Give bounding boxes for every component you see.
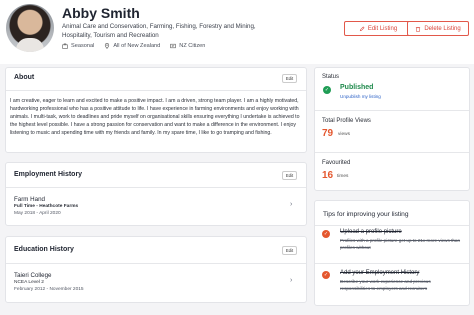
chevron-right-icon: › <box>290 277 293 284</box>
divider <box>6 263 306 264</box>
check-circle-icon: ✓ <box>323 86 331 94</box>
profile-industries: Animal Care and Conservation, Farming, F… <box>62 23 256 39</box>
employment-item[interactable]: Farm Hand Full Time - Heathcote Farms Ma… <box>6 189 306 225</box>
divider <box>315 110 469 111</box>
about-title: About <box>14 74 35 81</box>
employment-role: Farm Hand <box>14 196 45 203</box>
edit-listing-button[interactable]: Edit Listing <box>344 21 412 36</box>
availability-label: Seasonal <box>71 43 95 49</box>
favourited-label: Favourited <box>322 160 351 166</box>
status-value: Published <box>340 84 374 91</box>
divider <box>315 152 469 153</box>
profile-name: Abby Smith <box>62 5 140 21</box>
education-card: Education History Edit Taieri College NC… <box>5 236 307 303</box>
employment-detail: Full Time - Heathcote Farms <box>14 204 79 209</box>
trash-icon <box>416 26 421 32</box>
views-label: Total Profile Views <box>322 118 371 124</box>
employment-edit-button[interactable]: Edit <box>282 171 297 180</box>
employment-dates: May 2018 - April 2020 <box>14 211 61 216</box>
availability: Seasonal <box>62 43 94 49</box>
profile-header: Abby Smith Animal Care and Conservation,… <box>0 0 474 64</box>
about-edit-button[interactable]: Edit <box>282 74 297 83</box>
views-count: 79 <box>322 128 334 139</box>
location-label: All of New Zealand <box>113 43 161 49</box>
chevron-right-icon: › <box>290 201 293 208</box>
tip-description: Profiles with a profile picture get up t… <box>340 238 461 250</box>
education-dates: February 2012 - November 2015 <box>14 287 84 292</box>
education-detail: NCEA Level 2 <box>14 280 44 285</box>
pencil-icon <box>359 26 365 31</box>
citizenship-label: NZ Citizen <box>179 43 206 49</box>
briefcase-icon <box>62 43 68 49</box>
tips-title: Tips for improving your listing <box>323 211 409 218</box>
tip-check-icon: ✓ <box>322 271 330 279</box>
edit-listing-label: Edit Listing <box>367 25 398 32</box>
education-edit-button[interactable]: Edit <box>282 246 297 255</box>
divider <box>315 225 469 226</box>
education-school: Taieri College <box>14 272 52 279</box>
employment-title: Employment History <box>14 171 83 178</box>
employment-card: Employment History Edit Farm Hand Full T… <box>5 162 307 226</box>
education-item[interactable]: Taieri College NCEA Level 2 February 201… <box>6 265 306 301</box>
avatar <box>6 4 54 52</box>
favourited-unit: times <box>337 174 349 179</box>
favourited-count: 16 <box>322 170 334 181</box>
tip-title: Upload a profile picture <box>340 229 402 235</box>
delete-listing-button[interactable]: Delete Listing <box>407 21 469 36</box>
profile-meta: Seasonal All of New Zealand NZ Citizen <box>62 43 205 49</box>
divider <box>6 187 306 188</box>
location-pin-icon <box>105 43 110 49</box>
tip-check-icon: ✓ <box>322 230 330 238</box>
views-unit: views <box>338 132 350 137</box>
divider <box>315 263 469 264</box>
education-title: Education History <box>14 246 74 253</box>
id-card-icon <box>170 43 176 49</box>
tip-title: Add your Employment History <box>340 270 420 276</box>
location: All of New Zealand <box>104 43 160 49</box>
stats-card <box>314 67 470 191</box>
status-label: Status <box>322 74 340 80</box>
tip-description: Describe your work experience and previo… <box>340 279 431 291</box>
delete-listing-label: Delete Listing <box>424 25 461 32</box>
divider <box>6 90 306 91</box>
unpublish-link[interactable]: Unpublish my listing <box>340 94 381 99</box>
about-text: I am creative, eager to learn and excite… <box>10 98 300 137</box>
citizenship: NZ Citizen <box>170 43 205 49</box>
